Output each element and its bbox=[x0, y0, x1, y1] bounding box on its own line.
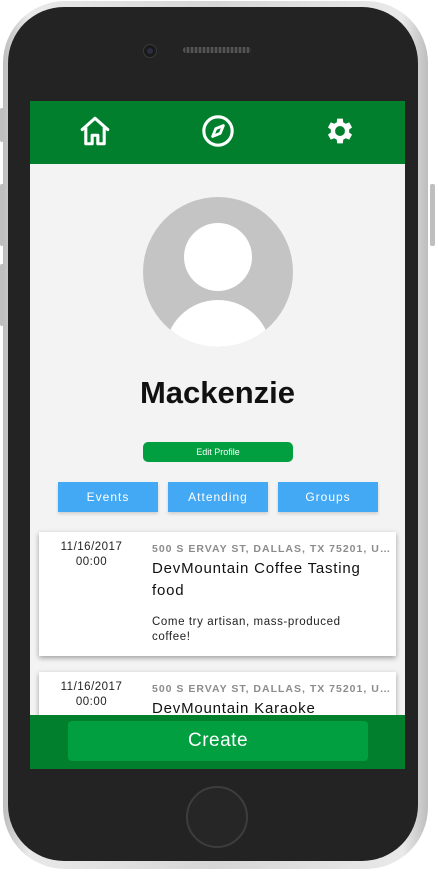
edit-profile-button[interactable]: Edit Profile bbox=[143, 442, 293, 462]
home-nav-button[interactable] bbox=[77, 113, 113, 149]
gear-icon bbox=[327, 118, 353, 144]
event-date: 11/16/2017 bbox=[60, 541, 123, 553]
avatar-head bbox=[184, 223, 252, 291]
avatar bbox=[143, 197, 293, 347]
event-time: 00:00 bbox=[75, 696, 108, 708]
event-card[interactable]: 11/16/2017 00:00 500 S ERVAY ST, DALLAS,… bbox=[39, 532, 396, 656]
explore-nav-button[interactable] bbox=[200, 113, 236, 149]
event-time: 00:00 bbox=[75, 556, 108, 568]
mute-switch bbox=[0, 108, 5, 142]
compass-icon bbox=[202, 115, 234, 147]
event-address: 500 S ERVAY ST, DALLAS, TX 75201, USA bbox=[152, 543, 392, 555]
power-button bbox=[430, 184, 435, 246]
bottom-bar: Create bbox=[30, 715, 405, 769]
tab-groups[interactable]: Groups bbox=[278, 482, 378, 512]
tab-events[interactable]: Events bbox=[58, 482, 158, 512]
home-icon bbox=[80, 116, 110, 146]
app-screen: Mackenzie Edit Profile Events Attending … bbox=[30, 101, 405, 769]
top-navigation bbox=[30, 101, 405, 164]
front-camera bbox=[143, 44, 157, 58]
event-datetime: 11/16/2017 00:00 bbox=[39, 540, 144, 570]
event-title: DevMountain Coffee Tasting food bbox=[152, 560, 361, 599]
profile-name: Mackenzie bbox=[139, 375, 296, 410]
create-button[interactable]: Create bbox=[68, 721, 368, 761]
volume-up-button bbox=[0, 184, 5, 246]
earpiece-speaker bbox=[183, 47, 251, 53]
volume-down-button bbox=[0, 264, 5, 326]
event-address: 500 S ERVAY ST, DALLAS, TX 75201, USA bbox=[152, 683, 392, 695]
settings-nav-button[interactable] bbox=[322, 113, 358, 149]
event-date: 11/16/2017 bbox=[60, 681, 123, 693]
home-button[interactable] bbox=[186, 786, 248, 848]
event-datetime: 11/16/2017 00:00 bbox=[39, 680, 144, 710]
avatar-body bbox=[165, 300, 271, 347]
tab-attending[interactable]: Attending bbox=[168, 482, 268, 512]
event-description: Come try artisan, mass-produced coffee! bbox=[152, 616, 341, 643]
